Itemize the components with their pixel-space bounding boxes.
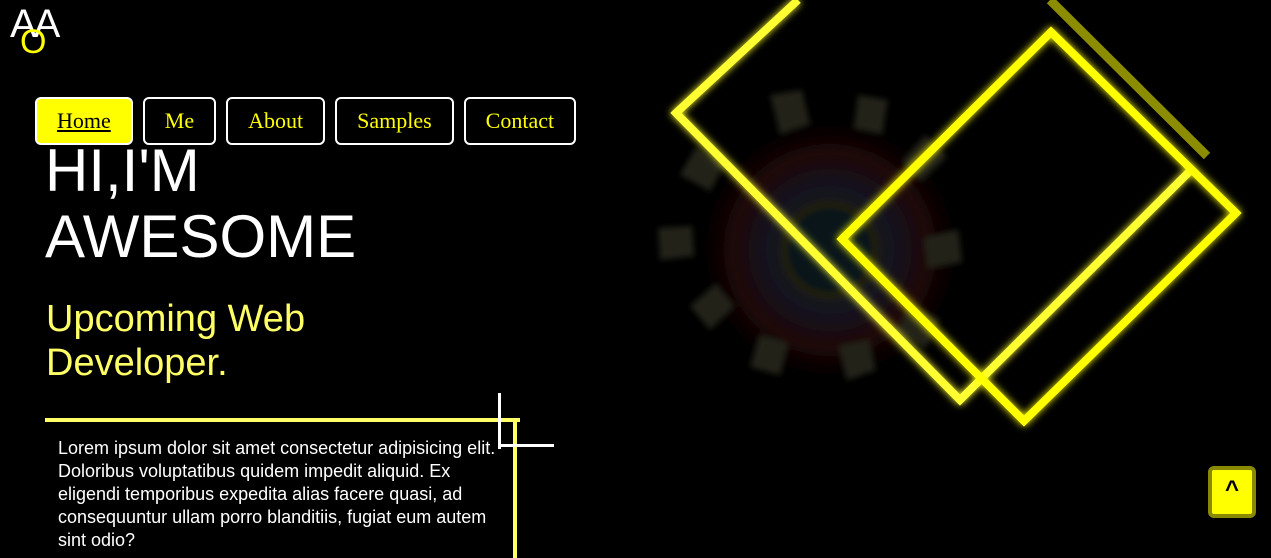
caret-up-icon: ^	[1224, 476, 1239, 503]
hero-title-line2: AWESOME	[45, 203, 357, 270]
frame-right-line	[513, 418, 517, 558]
reactor-background-icon	[658, 90, 970, 390]
hero-artwork	[658, 0, 1242, 427]
logo-sub-letter: O	[20, 23, 47, 61]
hero-title: HI,I'M AWESOME	[45, 138, 356, 270]
outer-diamond-shadow	[1046, 0, 1211, 160]
corner-cross-vertical	[498, 393, 501, 449]
corner-cross-horizontal	[498, 444, 554, 447]
hero-subtitle: Upcoming Web Developer.	[46, 298, 306, 384]
hero-title-line1: HI,I'M	[45, 137, 200, 204]
site-logo: AA O	[10, 2, 70, 62]
scroll-to-top-button[interactable]: ^	[1208, 466, 1256, 518]
about-paragraph: Lorem ipsum dolor sit amet consectetur a…	[58, 438, 496, 550]
frame-top-line	[45, 418, 520, 422]
nav-contact-link[interactable]: Contact	[463, 97, 577, 145]
